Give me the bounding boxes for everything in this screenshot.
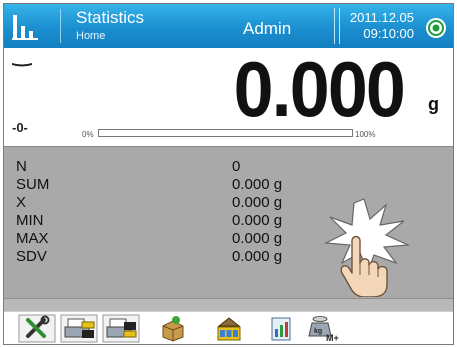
stat-value: 0.000 g xyxy=(232,248,283,265)
weighing-display: -0- 0.000 g 0% 100% xyxy=(4,48,453,146)
terminal-screen: Statistics Home Admin 2011.12.05 09:10:0… xyxy=(3,3,454,345)
bargraph-max-label: 100% xyxy=(355,130,376,139)
weight-memory-add-icon[interactable]: kg M+ xyxy=(304,314,342,343)
statistics-footer-strip xyxy=(4,298,453,312)
statistics-panel[interactable]: N 0 SUM 0.000 g X 0.000 g MIN 0.000 g MA… xyxy=(4,146,453,298)
stat-value: 0 xyxy=(232,158,241,175)
level-target-icon[interactable] xyxy=(425,17,447,39)
svg-text:M+: M+ xyxy=(326,333,339,343)
report-book-icon[interactable] xyxy=(262,314,300,343)
stat-label: MIN xyxy=(16,212,44,229)
stability-marker-icon xyxy=(11,56,33,74)
stat-value: 0.000 g xyxy=(232,212,283,229)
svg-text:kg: kg xyxy=(314,328,322,335)
stat-label: SUM xyxy=(16,176,50,193)
header-bar: Statistics Home Admin 2011.12.05 09:10:0… xyxy=(4,4,453,48)
screen-title: Statistics xyxy=(76,8,145,27)
statistics-chart-icon[interactable] xyxy=(8,9,61,43)
product-box-icon[interactable] xyxy=(154,314,192,343)
mass-reading: 0.000 xyxy=(233,45,406,133)
mass-unit[interactable]: g xyxy=(428,94,439,115)
stat-value: 0.000 g xyxy=(232,230,283,247)
date-display: 2011.12.05 xyxy=(349,10,414,25)
stat-value: 0.000 g xyxy=(232,194,283,211)
time-display: 09:10:00 xyxy=(363,26,414,41)
stat-label: SDV xyxy=(16,248,47,265)
stat-label: N xyxy=(16,158,27,175)
stat-value: 0.000 g xyxy=(232,176,283,193)
stat-row-n: N 0 xyxy=(4,159,453,174)
logged-user[interactable]: Admin xyxy=(243,19,291,39)
stat-label: MAX xyxy=(16,230,49,247)
header-divider xyxy=(334,8,340,44)
number-stack-icon[interactable] xyxy=(210,314,248,343)
tools-settings-icon[interactable] xyxy=(18,314,56,343)
print-header-icon[interactable] xyxy=(60,314,98,343)
breadcrumb: Home xyxy=(76,30,106,42)
stat-label: X xyxy=(16,194,27,211)
stat-row-sum: SUM 0.000 g xyxy=(4,177,453,192)
load-bargraph xyxy=(98,129,353,137)
zero-indicator: -0- xyxy=(12,120,28,135)
bargraph-min-label: 0% xyxy=(82,130,94,139)
print-footer-icon[interactable] xyxy=(102,314,140,343)
tap-hand-icon xyxy=(316,197,416,302)
function-toolbar: kg M+ xyxy=(4,311,453,344)
